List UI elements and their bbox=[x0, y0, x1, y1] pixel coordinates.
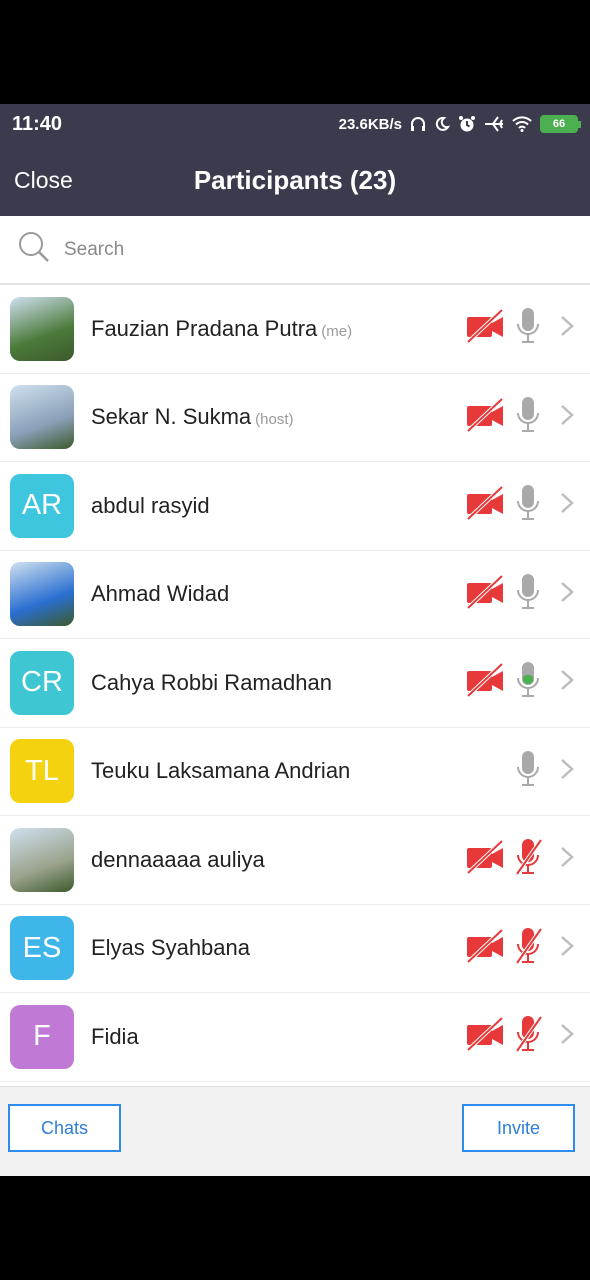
participant-status-icons bbox=[466, 927, 574, 970]
participant-name-text: Fidia bbox=[91, 1023, 139, 1049]
avatar: F bbox=[10, 1004, 74, 1069]
chevron-right-icon[interactable] bbox=[560, 492, 574, 519]
participant-row[interactable]: Fauzian Pradana Putra (me) bbox=[0, 285, 590, 374]
video-off-icon bbox=[466, 928, 514, 968]
participant-name: abdul rasyid bbox=[91, 493, 210, 519]
video-off-icon bbox=[466, 839, 514, 879]
participant-row[interactable]: CR Cahya Robbi Ramadhan bbox=[0, 639, 590, 728]
participant-row[interactable]: AR abdul rasyid bbox=[0, 462, 590, 551]
chevron-right-icon[interactable] bbox=[560, 935, 574, 962]
headset-icon bbox=[410, 116, 426, 132]
avatar: CR bbox=[10, 650, 74, 715]
participant-row[interactable]: F Fidia bbox=[0, 993, 590, 1082]
participant-list: Fauzian Pradana Putra (me) Sekar N. Sukma(… bbox=[0, 285, 590, 1082]
participant-status-icons bbox=[466, 484, 574, 527]
avatar: AR bbox=[10, 473, 74, 538]
participant-name: Teuku Laksamana Andrian bbox=[91, 758, 350, 784]
mic-icon bbox=[514, 484, 560, 527]
participant-name-text: Cahya Robbi Ramadhan bbox=[91, 669, 332, 695]
network-speed: 23.6KB/s bbox=[338, 115, 402, 133]
participant-name: Ahmad Widad bbox=[91, 581, 229, 607]
participant-name: Cahya Robbi Ramadhan bbox=[91, 670, 332, 696]
participant-name-text: Ahmad Widad bbox=[91, 581, 230, 607]
chevron-right-icon[interactable] bbox=[560, 669, 574, 696]
avatar bbox=[10, 562, 74, 627]
participant-row[interactable]: TL Teuku Laksamana Andrian bbox=[0, 728, 590, 816]
status-bar: 11:40 23.6KB/s 66 bbox=[0, 104, 590, 144]
mic-muted-icon bbox=[514, 838, 560, 881]
participant-name-text: Sekar N. Sukma bbox=[91, 404, 252, 430]
video-off-icon bbox=[466, 397, 514, 437]
close-button[interactable]: Close bbox=[14, 167, 73, 194]
avatar: TL bbox=[10, 739, 74, 804]
mic-icon bbox=[514, 396, 560, 439]
chevron-right-icon[interactable] bbox=[560, 581, 574, 608]
avatar: ES bbox=[10, 916, 74, 981]
video-off-icon bbox=[466, 1016, 514, 1056]
participant-status-icons bbox=[466, 307, 574, 350]
participant-row[interactable]: ES Elyas Syahbana bbox=[0, 905, 590, 993]
participant-name: Elyas Syahbana bbox=[91, 935, 250, 961]
moon-icon bbox=[434, 116, 450, 132]
nav-bar: Close Participants (23) bbox=[0, 144, 590, 216]
airplane-icon bbox=[484, 115, 504, 133]
chevron-right-icon[interactable] bbox=[560, 315, 574, 342]
footer-bar: Chats Invite bbox=[0, 1086, 590, 1176]
participant-name: dennaaaaa auliya bbox=[91, 847, 265, 873]
video-off-icon bbox=[466, 485, 514, 525]
chevron-right-icon[interactable] bbox=[560, 846, 574, 873]
video-off-icon bbox=[466, 574, 514, 614]
participant-name-text: dennaaaaa auliya bbox=[91, 846, 265, 872]
participant-status-icons bbox=[466, 838, 574, 881]
participant-row[interactable]: Sekar N. Sukma (host) bbox=[0, 374, 590, 462]
participant-name: Fidia bbox=[91, 1024, 139, 1050]
mic-icon bbox=[514, 573, 560, 616]
chevron-right-icon[interactable] bbox=[560, 1023, 574, 1050]
participant-role: (me) bbox=[321, 322, 353, 340]
invite-button[interactable]: Invite bbox=[462, 1104, 575, 1152]
avatar bbox=[10, 296, 74, 361]
chevron-right-icon[interactable] bbox=[560, 404, 574, 431]
mic-icon bbox=[514, 307, 560, 350]
participant-name: Fauzian Pradana Putra (me) bbox=[91, 316, 352, 342]
participant-status-icons bbox=[514, 750, 574, 793]
chevron-right-icon[interactable] bbox=[560, 758, 574, 785]
participant-role: (host) bbox=[255, 411, 294, 429]
search-bar[interactable]: Search bbox=[0, 216, 590, 285]
participant-name: Sekar N. Sukma (host) bbox=[91, 404, 294, 430]
participant-row[interactable]: Ahmad Widad bbox=[0, 551, 590, 639]
top-black-bar bbox=[0, 0, 590, 104]
search-input[interactable]: Search bbox=[64, 239, 124, 261]
status-time: 11:40 bbox=[12, 112, 63, 135]
mic-active-icon bbox=[514, 661, 560, 704]
alarm-icon bbox=[458, 115, 476, 133]
participant-status-icons bbox=[466, 1015, 574, 1058]
mic-muted-icon bbox=[514, 1015, 560, 1058]
chats-button[interactable]: Chats bbox=[8, 1104, 121, 1152]
participant-status-icons bbox=[466, 573, 574, 616]
status-icons: 23.6KB/s 66 bbox=[338, 115, 581, 133]
video-off-icon bbox=[466, 308, 514, 348]
participant-name-text: Fauzian Pradana Putra bbox=[91, 315, 318, 341]
search-icon bbox=[18, 231, 50, 268]
mic-icon bbox=[514, 750, 560, 793]
app-screen: 11:40 23.6KB/s 66 Close Participants (23… bbox=[0, 104, 590, 1176]
participant-status-icons bbox=[466, 396, 574, 439]
participant-row[interactable]: dennaaaaa auliya bbox=[0, 816, 590, 905]
participant-name-text: Teuku Laksamana Andrian bbox=[91, 758, 351, 784]
avatar bbox=[10, 827, 74, 892]
battery-icon: 66 bbox=[540, 115, 581, 133]
avatar bbox=[10, 385, 74, 450]
participant-name-text: abdul rasyid bbox=[91, 492, 210, 518]
wifi-icon bbox=[512, 116, 532, 132]
bottom-black-bar bbox=[0, 1176, 590, 1280]
participant-name-text: Elyas Syahbana bbox=[91, 935, 250, 961]
page-title: Participants (23) bbox=[193, 164, 397, 195]
video-off-icon bbox=[466, 662, 514, 702]
mic-muted-icon bbox=[514, 927, 560, 970]
participant-status-icons bbox=[466, 661, 574, 704]
